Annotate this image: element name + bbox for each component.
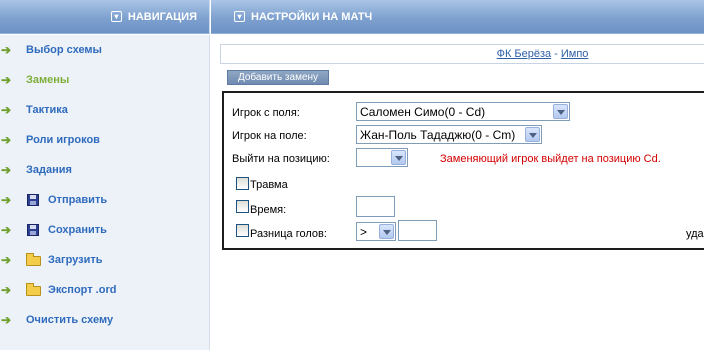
floppy-disk-icon (27, 224, 39, 236)
sidebar-item-save[interactable]: ➔ Сохранить (0, 220, 107, 240)
settings-header: ▾ НАСТРОЙКИ НА МАТЧ (211, 0, 704, 34)
goal-diff-operator-select[interactable]: > (356, 222, 396, 241)
collapse-icon[interactable]: ▾ (234, 11, 245, 22)
sidebar-item-player-roles[interactable]: ➔ Роли игроков (0, 130, 100, 150)
chevron-down-icon[interactable] (391, 150, 406, 165)
collapse-icon[interactable]: ▾ (110, 11, 122, 22)
sidebar-item-label: Выбор схемы (26, 44, 102, 56)
sidebar-item-tasks[interactable]: ➔ Задания (0, 160, 72, 180)
sidebar-item-clear-scheme[interactable]: ➔ Очистить схему (0, 310, 113, 330)
chevron-down-icon[interactable] (553, 104, 568, 119)
sidebar-item-substitutions[interactable]: ➔ Замены (0, 70, 69, 90)
position-label: Выйти на позицию: (232, 153, 330, 165)
position-note: Заменяющий игрок выйдет на позицию Cd. (440, 153, 661, 165)
arrow-right-icon: ➔ (1, 223, 12, 237)
sidebar-item-send[interactable]: ➔ Отправить (0, 190, 107, 210)
sidebar-item-choose-scheme[interactable]: ➔ Выбор схемы (0, 40, 102, 60)
arrow-right-icon: ➔ (1, 283, 12, 297)
goal-diff-label: Разница голов: (250, 228, 327, 240)
player-off-label: Игрок с поля: (232, 107, 300, 119)
arrow-right-icon: ➔ (1, 103, 12, 117)
navigation-title: НАВИГАЦИЯ (127, 10, 197, 23)
sidebar-item-tactics[interactable]: ➔ Тактика (0, 100, 68, 120)
sidebar-item-label: Загрузить (48, 254, 103, 266)
injury-label: Травма (250, 179, 288, 191)
sidebar-item-label: Задания (26, 164, 72, 176)
arrow-right-icon: ➔ (1, 43, 12, 57)
sidebar-item-label: Роли игроков (26, 134, 100, 146)
floppy-disk-icon (27, 194, 39, 206)
settings-title: НАСТРОЙКИ НА МАТЧ (251, 10, 373, 23)
sidebar-item-export-ord[interactable]: ➔ Экспорт .ord (0, 280, 116, 300)
goal-diff-input[interactable] (398, 220, 437, 241)
match-teams-bar: ФК Берёза - Импо (220, 44, 704, 64)
player-off-value: Саломен Симо(0 - Cd) (360, 104, 486, 119)
time-label: Время: (250, 204, 287, 216)
sidebar-item-load[interactable]: ➔ Загрузить (0, 250, 103, 270)
time-checkbox[interactable] (236, 200, 249, 213)
remove-link-truncated[interactable]: уда (686, 228, 704, 240)
navigation-header: ▾ НАВИГАЦИЯ (0, 0, 210, 34)
teams-separator: - (554, 48, 558, 60)
time-input[interactable] (356, 196, 395, 217)
chevron-down-icon[interactable] (379, 224, 394, 239)
folder-icon (26, 253, 41, 266)
injury-checkbox[interactable] (236, 177, 249, 190)
arrow-right-icon: ➔ (1, 313, 12, 327)
position-select[interactable] (356, 148, 408, 167)
sidebar: ➔ Выбор схемы ➔ Замены ➔ Тактика ➔ Роли … (0, 35, 210, 350)
goal-diff-operator-value: > (360, 224, 368, 239)
player-on-label: Игрок на поле: (232, 130, 307, 142)
goal-diff-checkbox[interactable] (236, 224, 249, 237)
away-team-link[interactable]: Импо (561, 48, 589, 60)
home-team-link[interactable]: ФК Берёза (497, 48, 552, 60)
player-off-select[interactable]: Саломен Симо(0 - Cd) (356, 102, 570, 121)
arrow-right-icon: ➔ (1, 133, 12, 147)
player-on-value: Жан-Поль Тададжю(0 - Cm) (360, 127, 516, 142)
sidebar-item-label: Сохранить (48, 224, 107, 236)
sidebar-item-label: Экспорт .ord (48, 284, 117, 296)
sidebar-item-label: Замены (26, 74, 70, 86)
substitution-panel: Игрок с поля: Саломен Симо(0 - Cd) Игрок… (222, 91, 704, 250)
sidebar-item-label: Очистить схему (26, 314, 114, 326)
sidebar-item-label: Тактика (26, 104, 68, 116)
arrow-right-icon: ➔ (1, 253, 12, 267)
arrow-right-icon: ➔ (1, 73, 12, 87)
add-substitution-button[interactable]: Добавить замену (227, 70, 329, 85)
arrow-right-icon: ➔ (1, 163, 12, 177)
sidebar-item-label: Отправить (48, 194, 108, 206)
folder-icon (26, 283, 41, 296)
arrow-right-icon: ➔ (1, 193, 12, 207)
chevron-down-icon[interactable] (525, 127, 540, 142)
player-on-select[interactable]: Жан-Поль Тададжю(0 - Cm) (356, 125, 542, 144)
